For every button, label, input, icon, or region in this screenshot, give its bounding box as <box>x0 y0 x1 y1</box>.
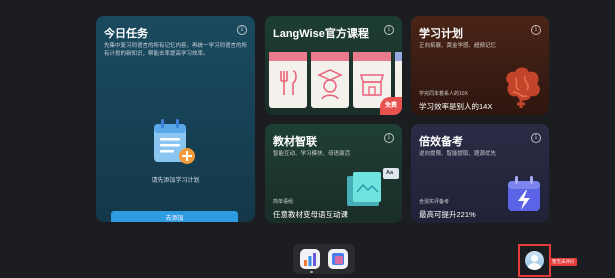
info-icon[interactable]: i <box>531 133 541 143</box>
card-title: 倍效备考 <box>419 136 463 148</box>
stat-line: 学完同本着系人的10X <box>419 91 468 97</box>
aa-tag: Aa <box>386 170 394 176</box>
stat-line-main: 任意教材变母语互动课 <box>273 210 348 219</box>
status-badge: 暂无未评价 <box>550 258 577 266</box>
active-indicator <box>310 271 313 273</box>
textbook-link-card[interactable]: 教材智联 i 智能互动、学习模块、母语激活 Aa 简单语组 任意教材变母语互动课 <box>265 124 402 223</box>
langwise-course-card[interactable]: LangWise官方课程 i 免费 <box>265 16 402 115</box>
course-thumbnail <box>269 52 307 108</box>
stat-line-main: 学习效率是别人的14X <box>419 102 493 111</box>
info-icon[interactable]: i <box>384 133 394 143</box>
brain-icon <box>506 67 540 108</box>
stat-line: 简单语组 <box>273 199 294 205</box>
study-plan-card[interactable]: 学习计划 i 正向拓展、黄金学感、超频记忆 学完同本着系人的10X 学习效率是别… <box>411 16 549 115</box>
empty-hint: 请先添加学习计划 <box>151 178 200 184</box>
card-description: 逆向提限、智能提取、题源优先 <box>419 151 497 157</box>
course-thumbnail <box>311 52 349 108</box>
avatar-button[interactable] <box>518 244 551 277</box>
card-title: 教材智联 <box>273 136 317 148</box>
today-task-card[interactable]: 今日任务 i 先集中复习同语言的所有记忆内容，再统一学习同语言的所有计划的新知识… <box>96 16 255 222</box>
card-description: 正向拓展、黄金学感、超频记忆 <box>419 43 497 49</box>
app-dock <box>293 244 355 274</box>
free-badge: 免费 <box>380 97 402 115</box>
info-icon[interactable]: i <box>237 25 247 35</box>
exam-prep-card[interactable]: 倍效备考 i 逆向提限、智能提取、题源优先 含混实评备考 最高可提升221% <box>411 124 549 223</box>
card-title: 今日任务 <box>104 28 148 40</box>
calendar-add-icon <box>151 116 197 168</box>
chart-app-icon[interactable] <box>300 249 320 269</box>
add-plan-button[interactable]: 去添加 <box>111 211 238 222</box>
stat-line-main: 最高可提升221% <box>419 210 476 219</box>
card-description: 先集中复习同语言的所有记忆内容，再统一学习同语言的所有计划的新知识，帮能去率提高… <box>104 43 248 57</box>
avatar <box>525 251 544 270</box>
info-icon[interactable]: i <box>384 25 394 35</box>
card-description: 智能互动、学习模块、母语激活 <box>273 151 351 157</box>
calendar-lightning-icon <box>508 176 540 211</box>
info-icon[interactable]: i <box>531 25 541 35</box>
notes-app-icon[interactable] <box>328 249 348 269</box>
card-title: 学习计划 <box>419 28 463 40</box>
stat-line: 含混实评备考 <box>419 199 450 205</box>
card-title: LangWise官方课程 <box>273 28 369 40</box>
